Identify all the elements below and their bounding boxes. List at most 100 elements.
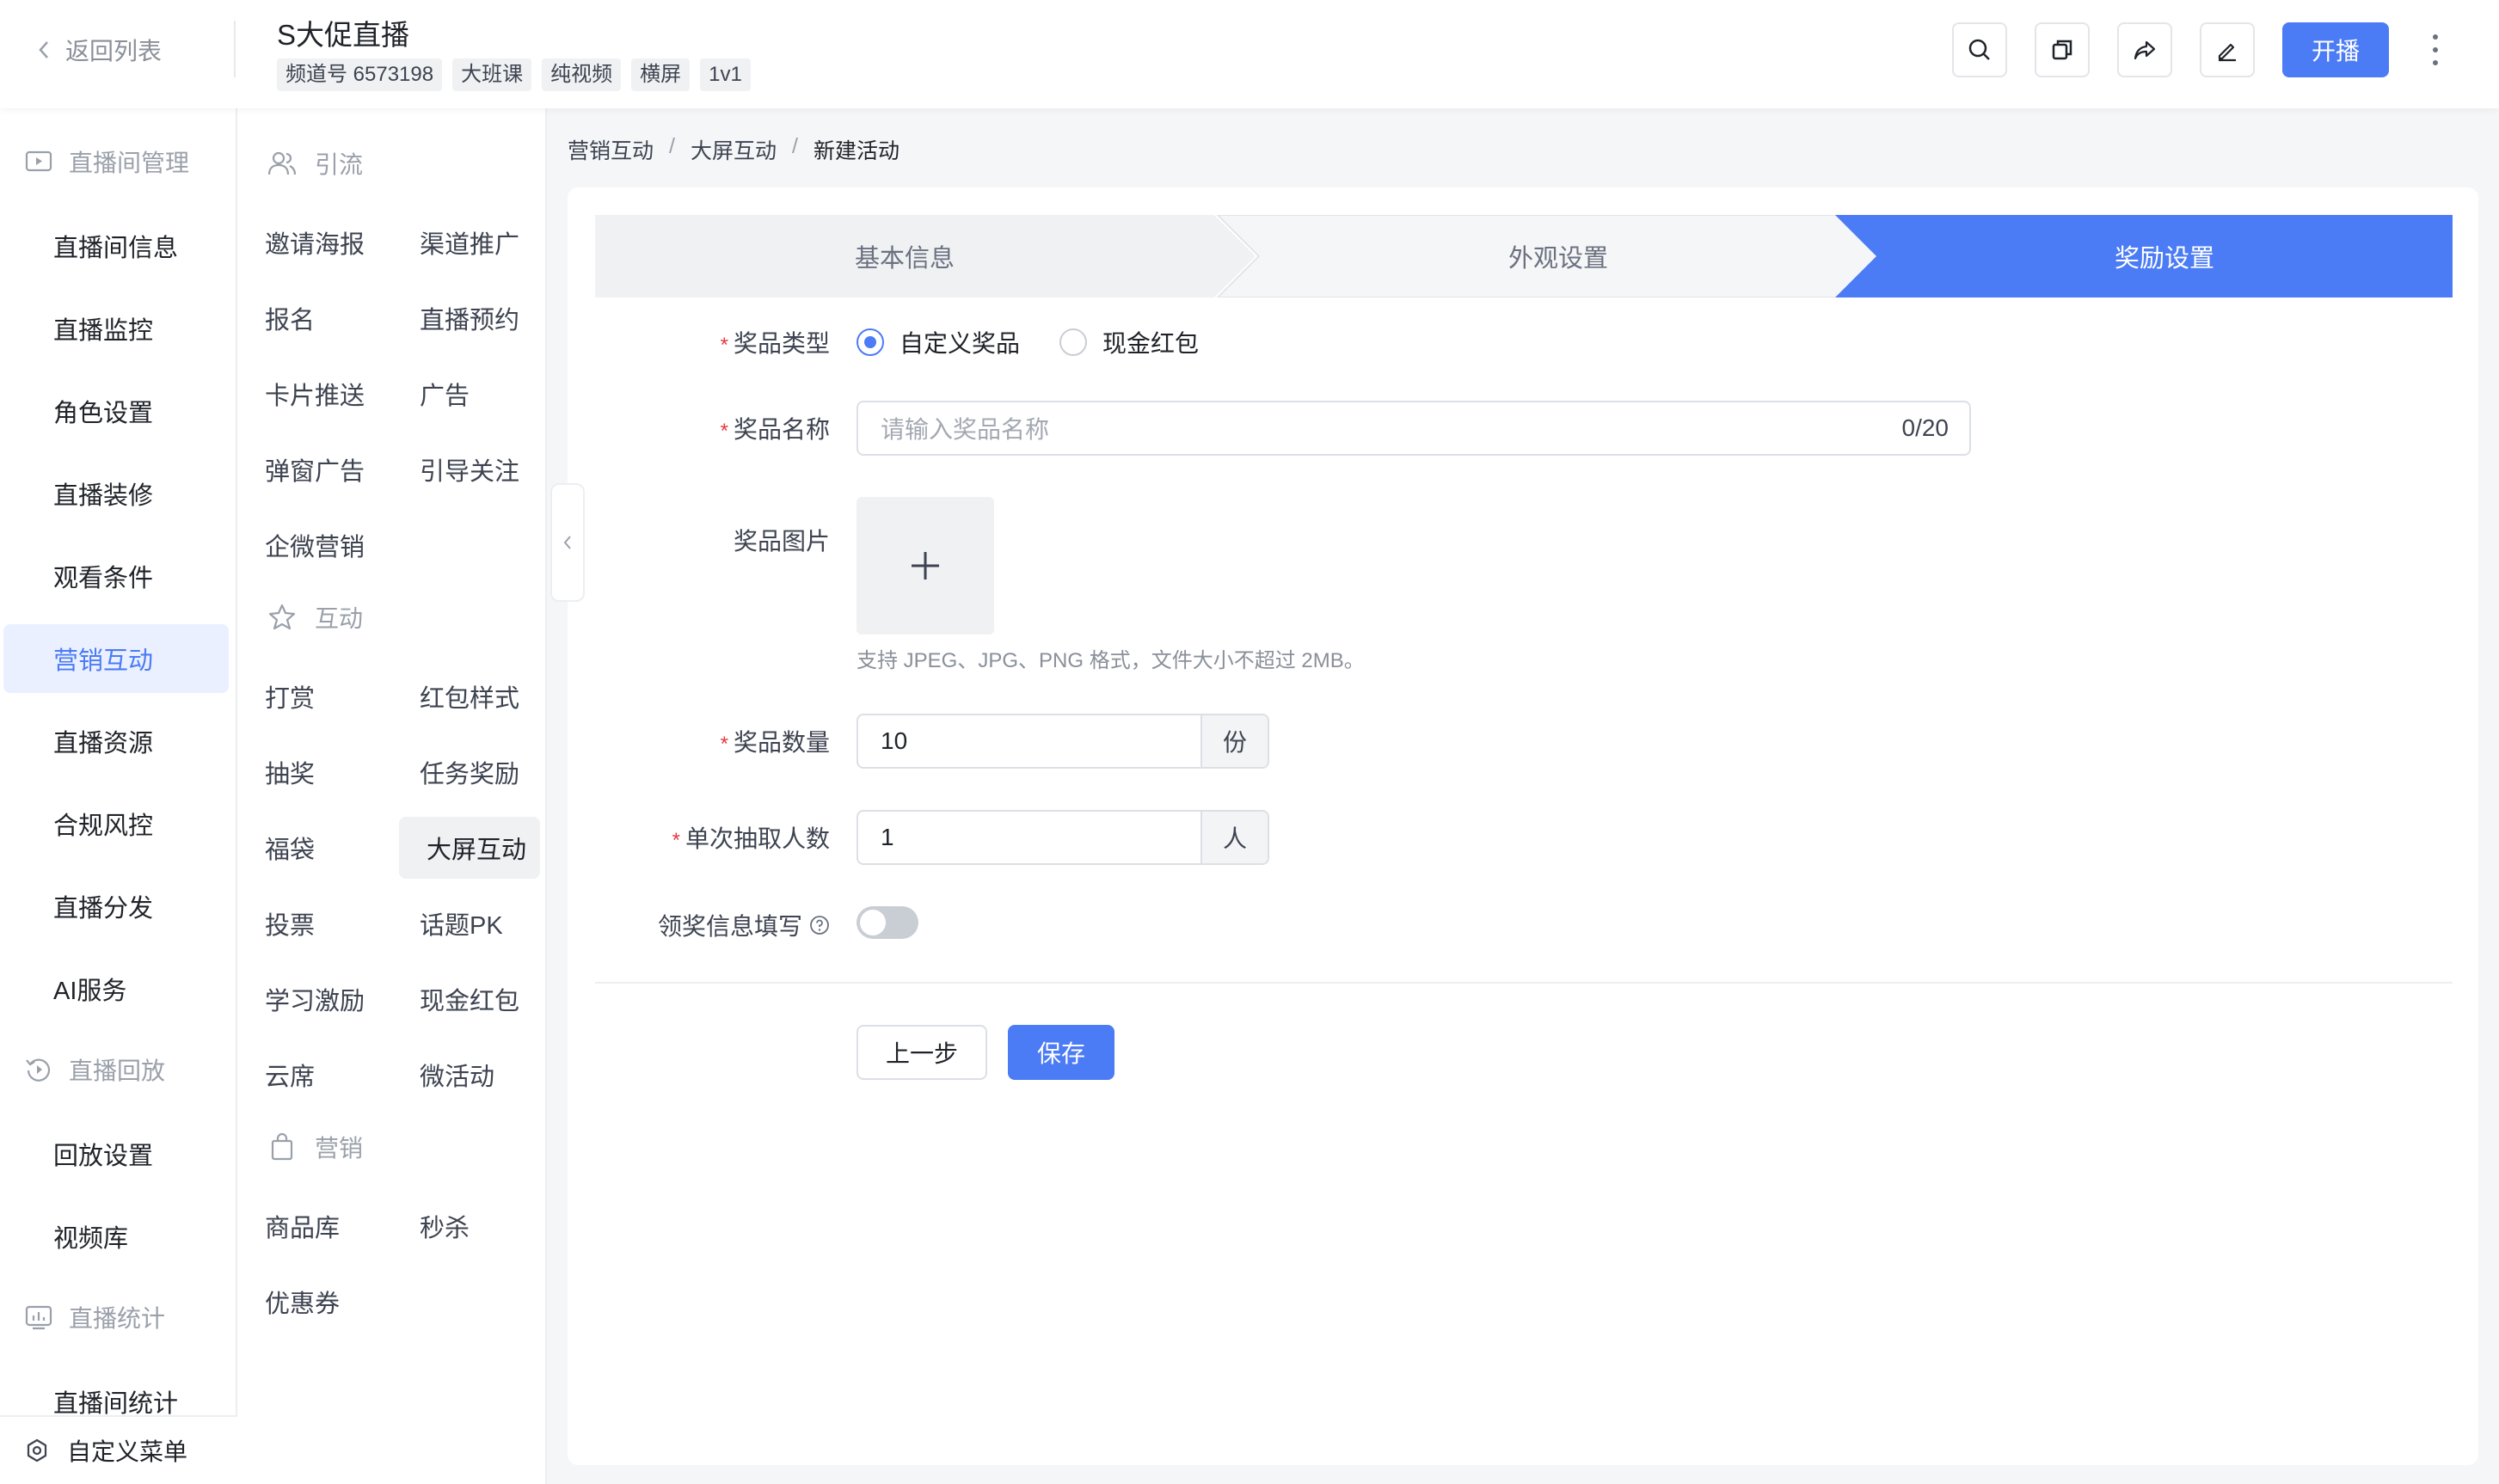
- replay-icon: [26, 1058, 51, 1082]
- claim-info-toggle[interactable]: [857, 906, 918, 939]
- submenu-item-card-push[interactable]: 卡片推送: [237, 363, 378, 425]
- search-button[interactable]: [1952, 22, 2007, 77]
- activity-form-card: 基本信息 外观设置 奖励设置 * 奖品类型 自定义奖品 现金红包 * 奖品名称 请输…: [568, 187, 2478, 1465]
- copy-icon: [2052, 40, 2072, 60]
- sidebar-item-decoration[interactable]: 直播装修: [3, 459, 229, 528]
- prize-image-upload[interactable]: [857, 497, 994, 635]
- back-to-list-link[interactable]: 返回列表: [38, 33, 162, 67]
- prize-name-placeholder: 请输入奖品名称: [881, 416, 1050, 443]
- submenu-group-label: 引流: [315, 151, 364, 178]
- submenu-item-product-library[interactable]: 商品库: [237, 1195, 378, 1257]
- submenu-item-redpacket-style[interactable]: 红包样式: [392, 665, 533, 727]
- custom-menu-label: 自定义菜单: [67, 1438, 188, 1465]
- submenu-item-task-reward[interactable]: 任务奖励: [392, 741, 533, 803]
- sidebar-item-room-info[interactable]: 直播间信息: [3, 212, 229, 280]
- prize-name-char-count: 0/20: [1901, 414, 1949, 441]
- draw-count-input[interactable]: 1 人: [857, 810, 1269, 865]
- sidebar-item-marketing[interactable]: 营销互动: [3, 624, 229, 693]
- draw-count-label-text: 单次抽取人数: [685, 825, 830, 852]
- submenu-item-flash-sale[interactable]: 秒杀: [392, 1195, 533, 1257]
- radio-cash-redpacket[interactable]: 现金红包: [1059, 325, 1199, 359]
- prize-qty-unit: 份: [1200, 715, 1268, 767]
- tag-orientation: 横屏: [631, 58, 691, 91]
- more-menu-button[interactable]: [2425, 31, 2446, 69]
- submenu-item-learning-incentive[interactable]: 学习激励: [237, 968, 378, 1030]
- top-header: 返回列表 S大促直播 频道号 6573198 大班课 纯视频 横屏 1v1 开播: [0, 0, 2499, 108]
- breadcrumb-separator: /: [791, 134, 798, 158]
- channel-tags: 频道号 6573198 大班课 纯视频 横屏 1v1: [277, 58, 751, 91]
- channel-title: S大促直播: [277, 19, 410, 51]
- submenu-item-cloud-seat[interactable]: 云席: [237, 1044, 378, 1106]
- sidebar-item-resources[interactable]: 直播资源: [3, 707, 229, 776]
- prize-name-label: * 奖品名称: [721, 411, 830, 445]
- submenu-item-ads[interactable]: 广告: [392, 363, 533, 425]
- prize-name-input[interactable]: 请输入奖品名称 0/20: [857, 401, 1971, 456]
- custom-menu-button[interactable]: 自定义菜单: [0, 1415, 237, 1484]
- share-button[interactable]: [2117, 22, 2172, 77]
- sidebar-item-watch-conditions[interactable]: 观看条件: [3, 542, 229, 610]
- submenu-item-signup[interactable]: 报名: [237, 287, 378, 349]
- start-live-button[interactable]: 开播: [2282, 22, 2389, 77]
- sidebar-item-video-library[interactable]: 视频库: [3, 1202, 229, 1271]
- breadcrumb-big-screen[interactable]: 大屏互动: [691, 134, 777, 165]
- sidebar-item-ai-service[interactable]: AI服务: [3, 954, 229, 1023]
- more-dot-icon: [2433, 47, 2438, 52]
- sidebar-group-label: 直播间管理: [69, 150, 190, 176]
- copy-button[interactable]: [2035, 22, 2090, 77]
- submenu-item-popup-ads[interactable]: 弹窗广告: [237, 438, 378, 500]
- help-circle-icon[interactable]: [809, 915, 830, 935]
- chevron-left-icon: [39, 41, 48, 58]
- prize-qty-label-text: 奖品数量: [733, 729, 830, 756]
- submenu-item-big-screen[interactable]: 大屏互动: [399, 817, 540, 879]
- step-appearance[interactable]: 外观设置: [1257, 215, 1859, 297]
- prize-qty-label: * 奖品数量: [721, 724, 830, 758]
- breadcrumb-marketing[interactable]: 营销互动: [568, 134, 654, 165]
- submenu-item-coupon[interactable]: 优惠券: [237, 1271, 378, 1333]
- tag-channel-id: 频道号 6573198: [277, 58, 443, 91]
- sidebar-item-compliance[interactable]: 合规风控: [3, 789, 229, 858]
- submenu-item-cash-redpacket[interactable]: 现金红包: [392, 968, 533, 1030]
- submenu-item-vote[interactable]: 投票: [237, 892, 378, 954]
- sidebar-item-monitor[interactable]: 直播监控: [3, 294, 229, 363]
- plus-icon: [912, 552, 939, 579]
- sidebar-group-statistics: 直播统计: [24, 1300, 165, 1334]
- radio-checked-icon: [857, 328, 884, 356]
- users-icon: [267, 151, 297, 175]
- breadcrumb: 营销互动 / 大屏互动 / 新建活动: [568, 134, 900, 165]
- collapse-menu-button[interactable]: [550, 483, 585, 602]
- step-reward-settings[interactable]: 奖励设置: [1876, 215, 2453, 297]
- step-bar: 基本信息 外观设置 奖励设置: [595, 215, 2453, 297]
- pencil-icon: [2218, 43, 2236, 62]
- claim-info-label-text: 领奖信息填写: [657, 913, 802, 940]
- submenu-item-wecom[interactable]: 企微营销: [237, 514, 378, 576]
- submenu-item-follow-guide[interactable]: 引导关注: [392, 438, 533, 500]
- submenu-group-traffic: 引流: [267, 146, 363, 181]
- secondary-menu: 引流 邀请海报 渠道推广 报名 直播预约 卡片推送 广告 弹窗广告 引导关注 企…: [237, 108, 547, 1484]
- submenu-item-micro-activity[interactable]: 微活动: [392, 1044, 533, 1106]
- sidebar-item-replay-settings[interactable]: 回放设置: [3, 1119, 229, 1188]
- sidebar-item-distribution[interactable]: 直播分发: [3, 872, 229, 941]
- save-button[interactable]: 保存: [1008, 1025, 1114, 1080]
- shopping-bag-icon: [271, 1132, 293, 1161]
- prev-step-button[interactable]: 上一步: [857, 1025, 987, 1080]
- submenu-item-poster[interactable]: 邀请海报: [237, 212, 378, 273]
- required-mark: *: [720, 733, 728, 756]
- submenu-item-tipping[interactable]: 打赏: [237, 665, 378, 727]
- chart-icon: [25, 1305, 52, 1330]
- header-divider: [234, 21, 236, 77]
- sidebar-item-roles[interactable]: 角色设置: [3, 377, 229, 445]
- claim-info-label: 领奖信息填写: [658, 908, 830, 942]
- prize-type-label: * 奖品类型: [721, 325, 830, 359]
- submenu-item-topic-pk[interactable]: 话题PK: [392, 892, 533, 954]
- submenu-group-interaction: 互动: [267, 600, 363, 635]
- submenu-item-reservation[interactable]: 直播预约: [392, 287, 533, 349]
- submenu-item-lottery[interactable]: 抽奖: [237, 741, 378, 803]
- share-icon: [2134, 40, 2156, 60]
- step-basic-info[interactable]: 基本信息: [595, 215, 1214, 297]
- radio-custom-prize[interactable]: 自定义奖品: [857, 325, 1020, 359]
- submenu-item-lucky-bag[interactable]: 福袋: [237, 817, 378, 879]
- submenu-item-channel-promo[interactable]: 渠道推广: [392, 212, 533, 273]
- prize-qty-input[interactable]: 10 份: [857, 714, 1269, 769]
- edit-button[interactable]: [2200, 22, 2255, 77]
- tag-mode: 1v1: [700, 58, 751, 91]
